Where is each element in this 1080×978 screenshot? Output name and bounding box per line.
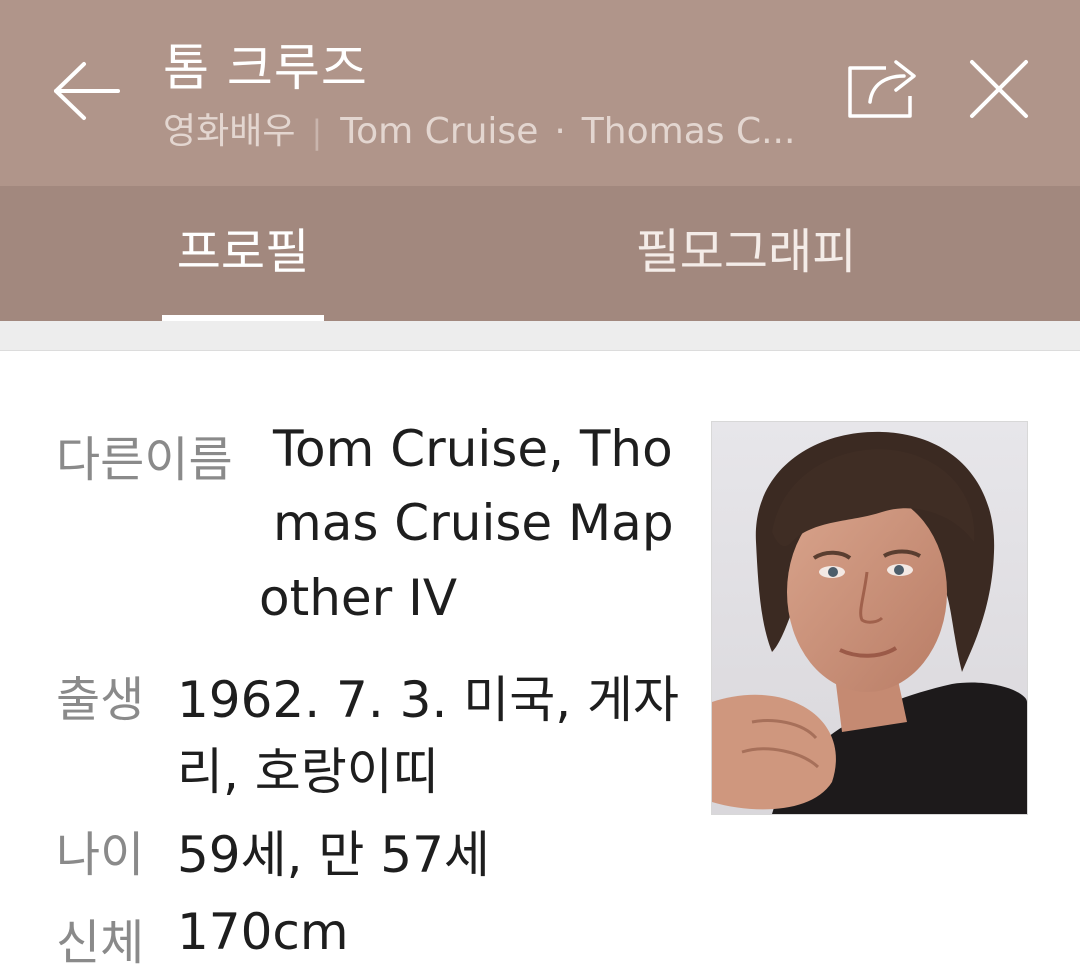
age-value: 59세, 만 57세 <box>177 826 490 884</box>
app-header: 톰 크루즈 영화배우 | Tom Cruise · Thomas C... <box>0 0 1080 186</box>
subtitle-separator: | <box>311 113 323 151</box>
body-value: 170cm <box>177 903 349 961</box>
share-button[interactable] <box>842 52 922 124</box>
subtitle-dot: · <box>554 111 566 152</box>
other-names-label: 다른이름 <box>56 432 233 488</box>
birth-line-2: 리, 호랑이띠 <box>177 743 439 801</box>
other-names-line-1: Tom Cruise, Tho <box>273 420 673 478</box>
close-icon <box>970 60 1028 118</box>
subtitle: 영화배우 | Tom Cruise · Thomas C... <box>163 102 795 154</box>
birth-line-1: 1962. 7. 3. 미국, 게자 <box>177 671 680 729</box>
other-names-line-3: other IV <box>259 569 458 627</box>
alt-name-1: Tom Cruise <box>340 111 539 152</box>
section-divider <box>0 321 1080 351</box>
share-icon <box>848 60 916 118</box>
body-label: 신체 <box>56 915 145 971</box>
birth-label: 출생 <box>56 672 145 728</box>
category-label: 영화배우 <box>163 111 296 152</box>
page-title: 톰 크루즈 <box>163 39 368 97</box>
tab-profile[interactable]: 프로필 <box>162 186 324 321</box>
alt-name-2: Thomas C... <box>581 111 796 152</box>
arrow-left-icon <box>54 62 120 120</box>
profile-photo[interactable] <box>711 421 1028 815</box>
tab-filmography[interactable]: 필모그래피 <box>610 186 882 321</box>
other-names-line-2: mas Cruise Map <box>273 494 674 552</box>
age-label: 나이 <box>56 827 145 883</box>
portrait-image <box>712 422 1027 814</box>
back-button[interactable] <box>48 56 124 126</box>
tab-bar: 프로필 필모그래피 <box>0 186 1080 321</box>
close-button[interactable] <box>966 56 1032 122</box>
